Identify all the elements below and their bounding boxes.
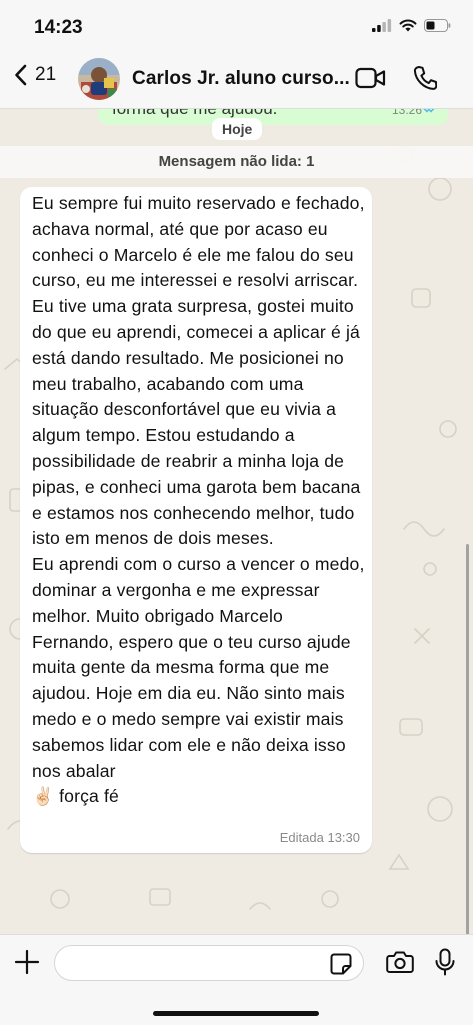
voice-call-button[interactable] <box>413 65 438 96</box>
incoming-message-bubble[interactable]: Eu sempre fui muito reservado e fechado,… <box>20 187 372 853</box>
back-chevron-icon <box>15 64 27 86</box>
cellular-signal-icon <box>372 19 392 32</box>
home-indicator[interactable] <box>153 1011 319 1016</box>
message-edited-time: Editada 13:30 <box>279 830 360 845</box>
camera-icon <box>386 951 414 973</box>
contact-name[interactable]: Carlos Jr. aluno curso... <box>132 68 350 90</box>
status-time: 14:23 <box>34 17 83 38</box>
unread-messages-banner: Mensagem não lida: 1 <box>0 146 473 178</box>
scrollbar[interactable] <box>466 544 469 934</box>
camera-button[interactable] <box>386 950 414 979</box>
video-camera-icon <box>355 67 386 89</box>
unread-chats-count: 21 <box>35 64 57 85</box>
wifi-icon <box>399 19 417 32</box>
avatar-photo <box>78 58 120 100</box>
status-bar: 14:23 <box>0 0 473 52</box>
phone-icon <box>413 66 438 90</box>
avatar[interactable] <box>78 58 120 100</box>
chat-header: 21 Carlos Jr. aluno curso... <box>0 52 473 109</box>
voice-message-button[interactable] <box>434 948 456 981</box>
plus-icon <box>14 949 40 975</box>
back-button[interactable]: 21 <box>14 64 56 86</box>
battery-icon <box>424 19 451 32</box>
previous-message-time: 13:26 <box>391 109 422 117</box>
microphone-icon <box>435 948 455 976</box>
message-input[interactable] <box>54 945 364 981</box>
sticker-button[interactable] <box>330 953 352 980</box>
status-icons <box>372 19 451 32</box>
attach-button[interactable] <box>14 949 40 980</box>
day-separator: Hoje <box>212 118 263 140</box>
sticker-icon <box>330 953 352 975</box>
chat-area[interactable]: forma que me ajudou. 13:26 Hoje Mensagem… <box>0 109 473 934</box>
previous-message-bubble[interactable]: forma que me ajudou. 13:26 <box>98 109 448 125</box>
message-text: Eu sempre fui muito reservado e fechado,… <box>32 193 365 807</box>
video-call-button[interactable] <box>355 67 386 94</box>
read-ticks-icon <box>423 109 435 113</box>
